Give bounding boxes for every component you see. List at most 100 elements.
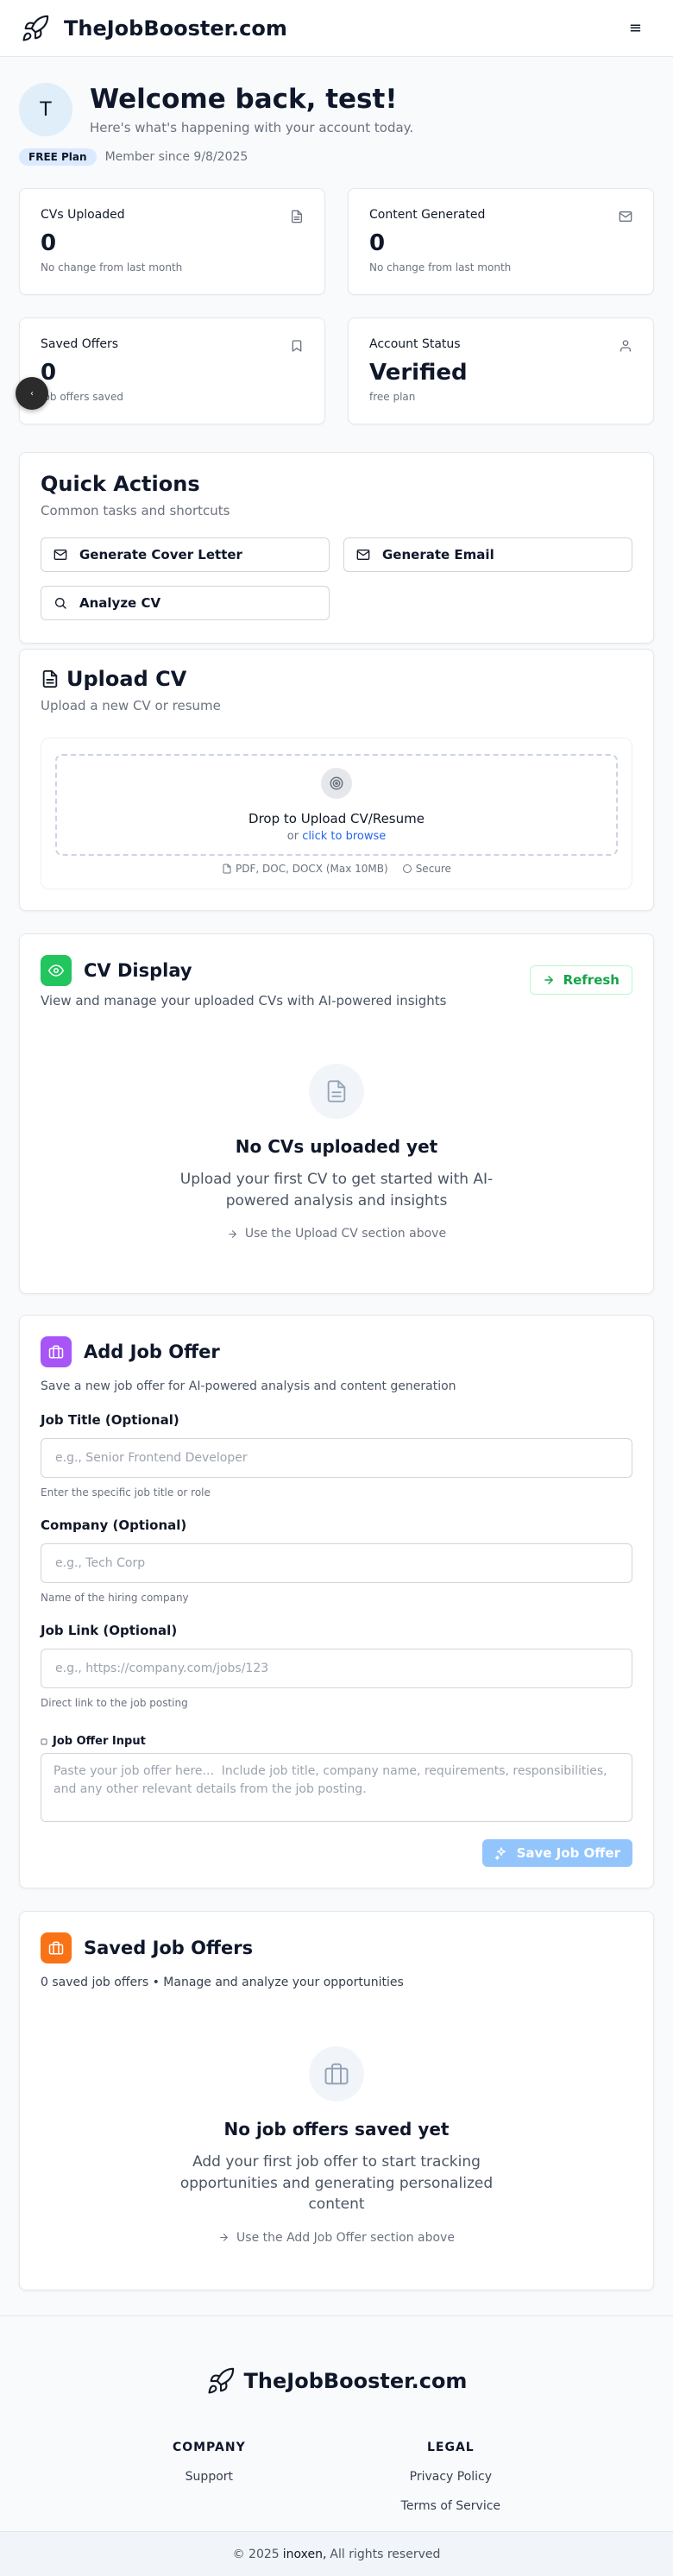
mail-icon xyxy=(53,548,67,562)
mail-icon xyxy=(619,210,632,223)
cv-display-card: CV Display View and manage your uploaded… xyxy=(19,933,654,1294)
saved-offers-empty-state: No job offers saved yet Add your first j… xyxy=(41,2046,632,2245)
upload-cv-subtitle: Upload a new CV or resume xyxy=(41,698,221,713)
cv-empty-description: Upload your first CV to get started with… xyxy=(179,1171,494,1209)
cv-empty-state: No CVs uploaded yet Upload your first CV… xyxy=(41,1064,632,1241)
footer-link-support[interactable]: Support xyxy=(173,2470,246,2484)
stat-card-content-generated: Content Generated 0 No change from last … xyxy=(348,188,654,295)
copyright-company: inoxen, xyxy=(282,2547,327,2561)
job-title-input[interactable]: e.g., Senior Frontend Developer xyxy=(41,1438,632,1478)
footer-legal-column: LEGAL Privacy Policy Terms of Service xyxy=(401,2441,500,2513)
footer-link-privacy-policy[interactable]: Privacy Policy xyxy=(401,2470,500,2484)
footer-brand-name: TheJobBooster.com xyxy=(243,2369,468,2393)
save-job-offer-label: Save Job Offer xyxy=(516,1845,620,1861)
cv-display-title: CV Display xyxy=(84,960,192,981)
document-icon xyxy=(309,1064,364,1119)
chevron-left-icon: ‹ xyxy=(30,388,34,399)
plan-badge: FREE Plan xyxy=(19,148,97,166)
cv-empty-hint: Use the Upload CV section above xyxy=(227,1227,446,1241)
search-icon xyxy=(53,596,67,610)
button-label: Generate Email xyxy=(382,547,494,562)
arrow-right-icon xyxy=(543,974,555,986)
rocket-icon xyxy=(21,14,50,43)
generate-cover-letter-button[interactable]: Generate Cover Letter xyxy=(41,537,330,572)
site-footer: TheJobBooster.com COMPANY Support LEGAL … xyxy=(0,2315,673,2576)
brand-name: TheJobBooster.com xyxy=(64,16,287,41)
stat-note: No change from last month xyxy=(369,261,512,273)
upload-target-icon xyxy=(321,767,352,799)
stat-label: CVs Uploaded xyxy=(41,208,125,222)
company-hint: Name of the hiring company xyxy=(41,1592,189,1604)
top-navbar: TheJobBooster.com ≡ xyxy=(0,0,673,57)
stat-card-account-status: Account Status Verified free plan xyxy=(348,317,654,424)
add-job-title: Add Job Offer xyxy=(84,1341,220,1362)
analyze-cv-button[interactable]: Analyze CV xyxy=(41,586,330,620)
stat-value: 0 xyxy=(41,360,57,386)
add-job-subtitle: Save a new job offer for AI-powered anal… xyxy=(41,1379,456,1393)
upload-cv-title: Upload CV xyxy=(66,667,187,691)
sparkles-icon xyxy=(494,1846,508,1860)
stat-label: Account Status xyxy=(369,337,461,351)
refresh-button[interactable]: Refresh xyxy=(529,965,632,995)
stat-card-saved-offers: Saved Offers 0 Job offers saved xyxy=(19,317,325,424)
job-link-input[interactable]: e.g., https://company.com/jobs/123 xyxy=(41,1649,632,1688)
job-title-hint: Enter the specific job title or role xyxy=(41,1486,211,1498)
generate-email-button[interactable]: Generate Email xyxy=(343,537,632,572)
job-title-label: Job Title (Optional) xyxy=(41,1412,179,1428)
stat-note: free plan xyxy=(369,391,416,403)
footer-company-column: COMPANY Support xyxy=(173,2441,246,2513)
bookmark-icon xyxy=(290,339,304,353)
dropzone-or: or xyxy=(286,829,299,843)
stat-card-cvs-uploaded: CVs Uploaded 0 No change from last month xyxy=(19,188,325,295)
company-label: Company (Optional) xyxy=(41,1517,187,1533)
welcome-subtitle: Here's what's happening with your accoun… xyxy=(90,119,414,135)
saved-offers-empty-description: Add your first job offer to start tracki… xyxy=(179,2153,494,2214)
button-label: Analyze CV xyxy=(79,595,161,611)
upload-cv-card: Upload CV Upload a new CV or resume Drop… xyxy=(19,649,654,911)
saved-offers-empty-title: No job offers saved yet xyxy=(223,2119,450,2139)
job-link-label: Job Link (Optional) xyxy=(41,1623,178,1638)
info-icon xyxy=(41,1738,47,1745)
footer-company-heading: COMPANY xyxy=(172,2441,246,2454)
eye-icon xyxy=(41,955,72,986)
mail-icon xyxy=(356,548,370,562)
briefcase-icon xyxy=(309,2046,364,2102)
brand-link[interactable]: TheJobBooster.com xyxy=(21,14,287,43)
floating-toggle-button[interactable]: ‹ xyxy=(16,377,48,410)
job-offer-textarea[interactable]: Paste your job offer here... Include job… xyxy=(41,1753,632,1822)
arrow-right-icon xyxy=(218,2232,230,2243)
stat-value: Verified xyxy=(369,360,468,386)
refresh-label: Refresh xyxy=(563,972,620,988)
formats-text: PDF, DOC, DOCX (Max 10MB) xyxy=(236,863,388,875)
save-job-offer-button[interactable]: Save Job Offer xyxy=(481,1839,632,1867)
saved-offers-subtitle: 0 saved job offers • Manage and analyze … xyxy=(41,1976,404,1989)
company-input[interactable]: e.g., Tech Corp xyxy=(41,1543,632,1583)
stat-label: Content Generated xyxy=(369,208,486,222)
upload-container: Drop to Upload CV/Resume or click to bro… xyxy=(41,738,632,889)
job-offer-input-label-text: Job Offer Input xyxy=(53,1735,146,1748)
saved-offers-empty-hint: Use the Add Job Offer section above xyxy=(218,2231,455,2245)
stats-grid: CVs Uploaded 0 No change from last month… xyxy=(0,188,673,424)
cv-empty-hint-text: Use the Upload CV section above xyxy=(244,1227,447,1241)
footer-link-terms-of-service[interactable]: Terms of Service xyxy=(401,2499,500,2513)
stat-note: Job offers saved xyxy=(41,391,124,403)
secure-text: Secure xyxy=(415,863,451,875)
saved-offers-empty-hint-text: Use the Add Job Offer section above xyxy=(236,2230,455,2245)
member-since: Member since 9/8/2025 xyxy=(104,150,248,164)
rocket-icon xyxy=(206,2366,236,2396)
cv-display-subtitle: View and manage your uploaded CVs with A… xyxy=(41,993,447,1008)
hamburger-menu-icon[interactable]: ≡ xyxy=(629,19,642,37)
copyright-bar: © 2025 inoxen, All rights reserved xyxy=(0,2531,673,2576)
browse-link[interactable]: click to browse xyxy=(302,830,386,843)
copyright-suffix: All rights reserved xyxy=(330,2547,441,2561)
stat-value: 0 xyxy=(41,230,57,256)
formats-note: PDF, DOC, DOCX (Max 10MB) xyxy=(222,863,388,875)
footer-brand[interactable]: TheJobBooster.com xyxy=(0,2366,673,2396)
cv-dropzone[interactable]: Drop to Upload CV/Resume or click to bro… xyxy=(55,754,618,856)
shield-icon xyxy=(402,864,412,873)
user-icon xyxy=(619,339,632,353)
welcome-title: Welcome back, test! xyxy=(90,84,398,116)
stat-note: No change from last month xyxy=(41,261,183,273)
quick-actions-subtitle: Common tasks and shortcuts xyxy=(41,503,230,518)
briefcase-icon xyxy=(41,1336,72,1367)
